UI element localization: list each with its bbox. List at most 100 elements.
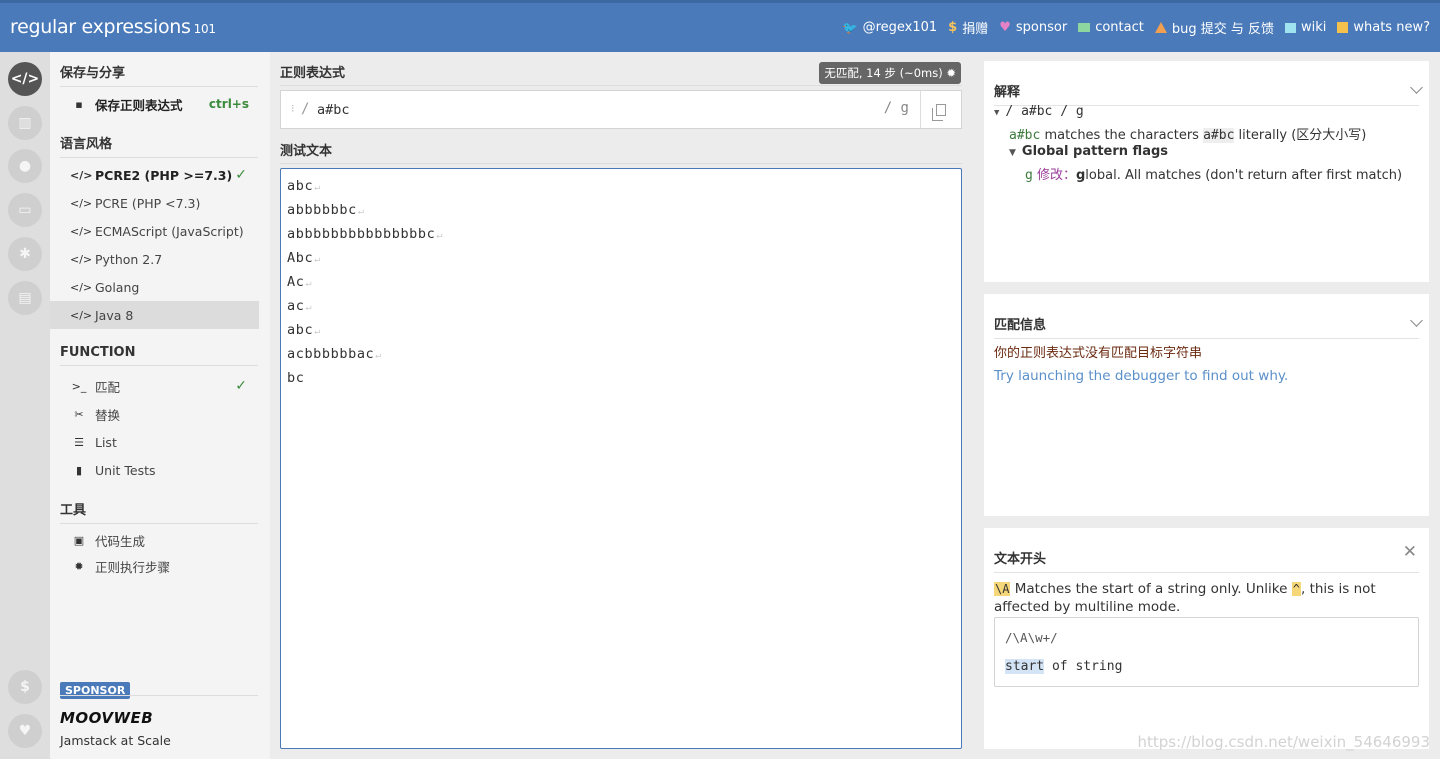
- code-icon: </>: [70, 168, 93, 182]
- app-logo[interactable]: regular expressions 101: [10, 16, 216, 38]
- quiz-icon[interactable]: ▭: [8, 193, 42, 227]
- terminal-icon: >_: [71, 379, 87, 393]
- icon-bar: </> ▥ ● ▭ ✱ ▤ $ ♥: [0, 52, 50, 759]
- editor-icon[interactable]: </>: [8, 62, 42, 96]
- regex-flags-button[interactable]: / g: [884, 100, 909, 116]
- example-text: start of string: [1005, 659, 1122, 674]
- top-bar: regular expressions 101 🐦 @regex101 $ 捐赠 ♥ s…: [0, 0, 1440, 52]
- flag-letter: g: [1025, 168, 1033, 183]
- copy-regex-button[interactable]: [920, 91, 961, 128]
- nav-label: bug 提交 与 反馈: [1171, 22, 1274, 37]
- close-icon[interactable]: ✕: [1403, 542, 1417, 562]
- function-list[interactable]: ☰ List: [50, 428, 259, 456]
- debugger-link[interactable]: Try launching the debugger to find out w…: [994, 368, 1288, 384]
- match-status-text: 无匹配, 14 步 (~0ms): [824, 66, 943, 80]
- explanation-panel: 解释 ▼ / a#bc / g a#bc matches the characte…: [984, 61, 1429, 282]
- quick-reference-description: \A Matches the start of a string only. U…: [994, 580, 1414, 616]
- nav-wiki[interactable]: wiki: [1284, 20, 1326, 35]
- wiki-icon: [1284, 22, 1296, 33]
- example-regex: /\A\w+/: [1005, 630, 1058, 645]
- tool-label: 正则执行步骤: [95, 559, 171, 575]
- warning-icon: [1154, 22, 1167, 33]
- sponsor-badge: SPONSOR: [60, 682, 131, 699]
- logo-text: regular expressions: [10, 16, 191, 38]
- sponsor-divider: [60, 695, 258, 696]
- flavor-label: ECMAScript (JavaScript): [95, 223, 244, 239]
- function-section-title: FUNCTION: [60, 345, 258, 366]
- nav-label: @regex101: [862, 20, 938, 35]
- sponsor-tagline[interactable]: Jamstack at Scale: [60, 733, 171, 748]
- regex-delimiter: /: [301, 101, 310, 117]
- explanation-regex-line[interactable]: ▼ / a#bc / g: [994, 104, 1084, 119]
- test-line: ac↵: [287, 298, 313, 314]
- literal-token: a#bc: [1203, 128, 1235, 143]
- flavor-label: Python 2.7: [95, 251, 163, 267]
- tool-debugger[interactable]: ✹ 正则执行步骤: [50, 552, 259, 580]
- nav-sponsor[interactable]: ♥ sponsor: [999, 20, 1067, 35]
- caret-token: ^: [1291, 582, 1301, 596]
- nav-label: contact: [1095, 20, 1144, 35]
- copy-icon: [932, 103, 946, 121]
- tool-label: 代码生成: [95, 533, 146, 549]
- function-match[interactable]: >_ 匹配 ✓: [50, 372, 259, 400]
- function-label: List: [95, 434, 117, 450]
- test-string-input[interactable]: abc↵ abbbbbbc↵ abbbbbbbbbbbbbbbc↵ Abc↵ A…: [280, 168, 962, 749]
- save-regex-button[interactable]: ▪ 保存正则表达式 ctrl+s: [50, 90, 259, 118]
- token: a#bc: [1009, 128, 1041, 143]
- match-info-panel: 匹配信息 你的正则表达式没有匹配目标字符串 Try launching the …: [984, 294, 1429, 516]
- explanation-regex: / a#bc / g: [1005, 104, 1084, 119]
- nav-contact[interactable]: contact: [1078, 20, 1144, 35]
- heart-icon: ♥: [999, 20, 1011, 35]
- floppy-icon: ▪: [75, 97, 83, 111]
- account-icon[interactable]: ●: [8, 149, 42, 183]
- flavor-golang[interactable]: </> Golang: [50, 273, 259, 301]
- flavor-ecmascript[interactable]: </> ECMAScript (JavaScript): [50, 217, 259, 245]
- watermark: https://blog.csdn.net/weixin_54646993: [1137, 733, 1430, 751]
- scissors-icon: ✂: [74, 407, 84, 421]
- chat-icon[interactable]: ▤: [8, 281, 42, 315]
- heart-icon[interactable]: ♥: [8, 714, 42, 748]
- example-rest: of string: [1044, 659, 1123, 674]
- flags-heading-line[interactable]: ▼ Global pattern flags: [1009, 144, 1168, 159]
- function-substitution[interactable]: ✂ 替换: [50, 400, 259, 428]
- flavor-pcre[interactable]: </> PCRE (PHP <7.3): [50, 189, 259, 217]
- nav-bug-report[interactable]: bug 提交 与 反馈: [1154, 18, 1274, 37]
- bug-icon: ✹: [74, 559, 84, 573]
- match-info-title: 匹配信息: [994, 314, 1419, 339]
- mail-icon: [1078, 23, 1091, 32]
- flavor-label: PCRE (PHP <7.3): [95, 195, 201, 211]
- explanation-token-line: a#bc matches the characters a#bc literal…: [1009, 124, 1366, 143]
- flavor-label: Golang: [95, 279, 140, 295]
- nav-twitter[interactable]: 🐦 @regex101: [843, 20, 938, 35]
- library-icon[interactable]: ▥: [8, 106, 42, 140]
- token-desc-a: matches the characters: [1040, 128, 1204, 143]
- nav-label: sponsor: [1015, 20, 1068, 35]
- flag-description: lobal. All matches (don't return after f…: [1085, 168, 1403, 183]
- flavor-python[interactable]: </> Python 2.7: [50, 245, 259, 273]
- test-line: Ac↵: [287, 274, 313, 290]
- dollar-icon[interactable]: $: [8, 670, 42, 704]
- no-match-message: 你的正则表达式没有匹配目标字符串: [994, 346, 1203, 361]
- sponsor-logo[interactable]: MOOVWEB: [60, 709, 153, 727]
- flavor-pcre2[interactable]: </> PCRE2 (PHP >=7.3) ✓: [50, 161, 259, 189]
- test-line: bc: [287, 370, 305, 386]
- top-nav: 🐦 @regex101 $ 捐赠 ♥ sponsor contact bug 提交 与…: [843, 18, 1430, 37]
- tool-code-generator[interactable]: ▣ 代码生成: [50, 526, 259, 554]
- nav-label: whats new?: [1353, 20, 1430, 35]
- code-icon: </>: [70, 252, 93, 266]
- function-unit-tests[interactable]: ▮ Unit Tests: [50, 456, 259, 484]
- caret-down-icon: ▼: [994, 108, 1000, 118]
- flavor-java[interactable]: </> Java 8: [50, 301, 259, 329]
- twitter-icon: 🐦: [842, 20, 858, 35]
- regex-input[interactable]: [317, 102, 817, 118]
- new-icon: [1337, 22, 1349, 33]
- quick-reference-title: 文本开头: [994, 548, 1419, 573]
- quick-reference-panel: 文本开头 ✕ \A Matches the start of a string …: [984, 528, 1429, 749]
- nav-donate[interactable]: $ 捐赠: [948, 18, 988, 37]
- editor-area: 正则表达式 无匹配, 14 步 (~0ms) ✹ ⁝ / / g 测试文本 ab…: [270, 52, 972, 759]
- drag-handle-icon[interactable]: ⁝: [291, 102, 295, 115]
- nav-whats-new[interactable]: whats new?: [1337, 20, 1430, 35]
- save-shortcut: ctrl+s: [208, 97, 249, 111]
- function-label: 替换: [95, 407, 121, 423]
- settings-icon[interactable]: ✱: [8, 237, 42, 271]
